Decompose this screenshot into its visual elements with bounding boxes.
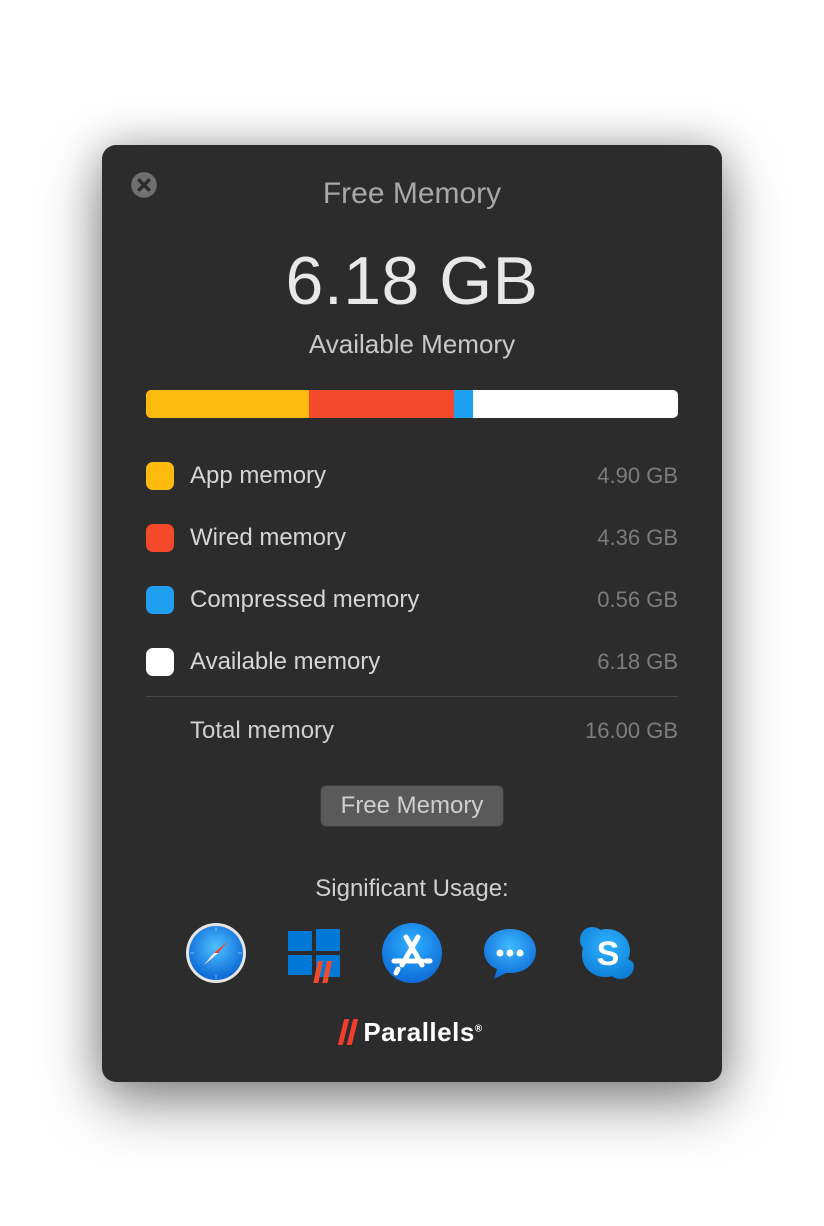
legend-row-compressed-memory: Compressed memory 0.56 GB bbox=[146, 586, 678, 614]
available-memory-value: 6.18 GB bbox=[146, 247, 678, 315]
divider bbox=[146, 696, 678, 697]
close-button[interactable] bbox=[130, 171, 158, 199]
legend-label: Wired memory bbox=[190, 524, 581, 552]
significant-usage-label: Significant Usage: bbox=[146, 875, 678, 903]
brand-name: Parallels® bbox=[363, 1017, 482, 1048]
legend-label: App memory bbox=[190, 462, 581, 490]
bar-segment-app-memory bbox=[146, 390, 309, 418]
bar-segment-compressed-memory bbox=[454, 390, 473, 418]
legend-value: 4.90 GB bbox=[597, 463, 678, 489]
legend-label: Compressed memory bbox=[190, 586, 581, 614]
available-memory-label: Available Memory bbox=[146, 329, 678, 360]
legend-value: 0.56 GB bbox=[597, 587, 678, 613]
legend-swatch bbox=[146, 586, 174, 614]
total-memory-label: Total memory bbox=[190, 717, 585, 745]
legend-row-wired-memory: Wired memory 4.36 GB bbox=[146, 524, 678, 552]
legend-row-available-memory: Available memory 6.18 GB bbox=[146, 648, 678, 676]
bar-segment-wired-memory bbox=[309, 390, 454, 418]
parallels-bars-icon bbox=[341, 1019, 355, 1045]
close-icon bbox=[130, 171, 158, 199]
app-icon-app-store[interactable] bbox=[380, 921, 444, 985]
app-icon-safari[interactable] bbox=[184, 921, 248, 985]
memory-legend: App memory 4.90 GB Wired memory 4.36 GB Comp… bbox=[146, 462, 678, 676]
svg-text:S: S bbox=[597, 935, 620, 973]
legend-label: Available memory bbox=[190, 648, 581, 676]
memory-usage-bar bbox=[146, 390, 678, 418]
significant-apps-row: S bbox=[146, 921, 678, 985]
window-title: Free Memory bbox=[146, 177, 678, 211]
legend-swatch bbox=[146, 524, 174, 552]
legend-swatch bbox=[146, 648, 174, 676]
memory-panel: Free Memory 6.18 GB Available Memory App… bbox=[102, 145, 722, 1082]
legend-row-app-memory: App memory 4.90 GB bbox=[146, 462, 678, 490]
free-memory-button[interactable]: Free Memory bbox=[320, 785, 505, 827]
total-row: Total memory 16.00 GB bbox=[146, 717, 678, 745]
total-memory-value: 16.00 GB bbox=[585, 718, 678, 744]
brand-footer: Parallels® bbox=[146, 1017, 678, 1048]
legend-value: 4.36 GB bbox=[597, 525, 678, 551]
app-icon-skype[interactable]: S bbox=[576, 921, 640, 985]
app-icon-messages[interactable] bbox=[478, 921, 542, 985]
app-icon-windows-parallels-[interactable] bbox=[282, 921, 346, 985]
bar-segment-available-memory bbox=[473, 390, 678, 418]
legend-swatch bbox=[146, 462, 174, 490]
legend-value: 6.18 GB bbox=[597, 649, 678, 675]
